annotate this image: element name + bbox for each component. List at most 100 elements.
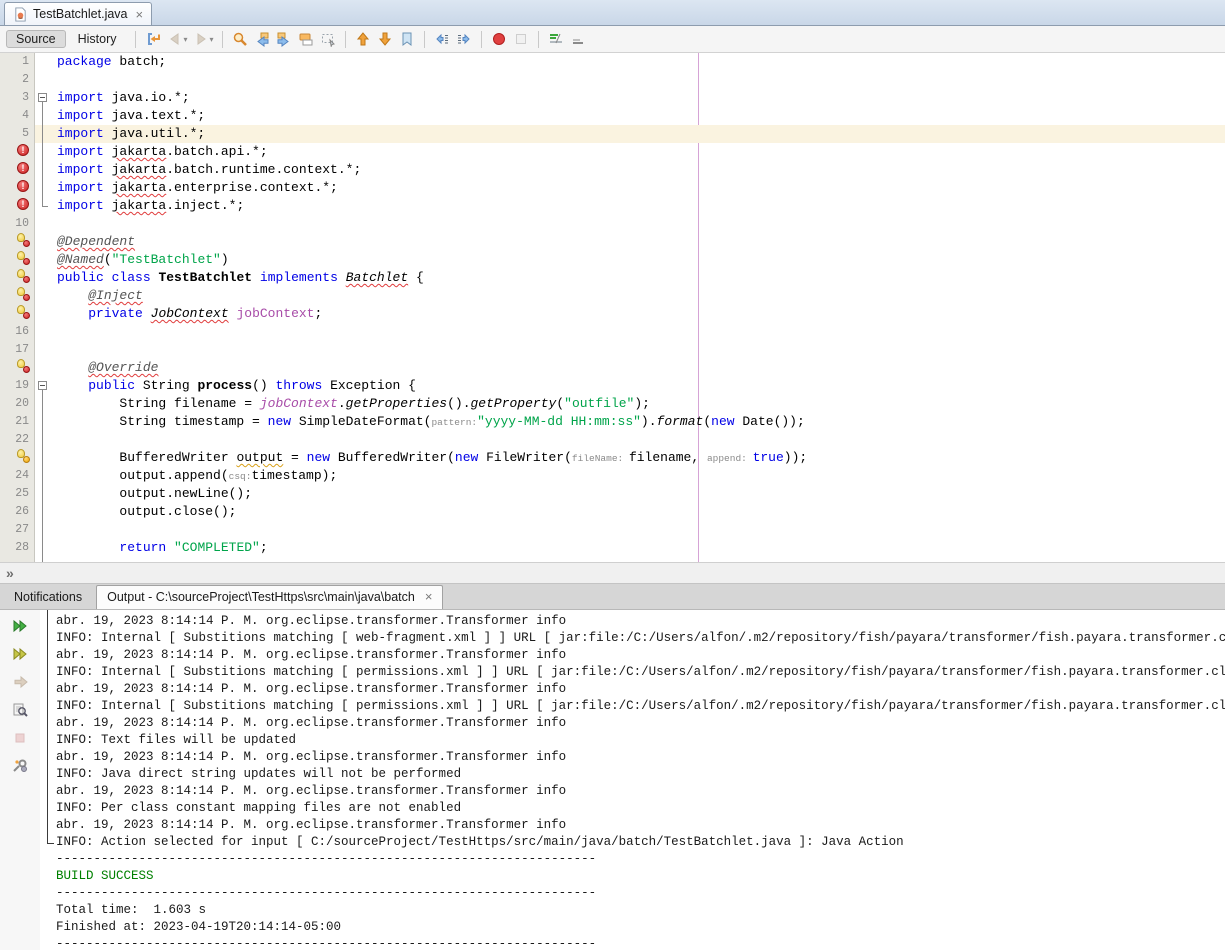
error-icon[interactable]	[0, 143, 34, 161]
code-line: return "COMPLETED";	[35, 539, 1225, 557]
line-number: 4	[0, 107, 34, 125]
fold-collapse-box[interactable]	[38, 93, 47, 102]
back-button[interactable]	[164, 28, 186, 50]
fold-guide-line	[42, 102, 43, 206]
line-number: 27	[0, 521, 34, 539]
stop-macro-button[interactable]	[510, 28, 532, 50]
output-line: Finished at: 2023-04-19T20:14:14-05:00	[56, 919, 1225, 936]
line-number: 20	[0, 395, 34, 413]
code-line: @Override	[35, 359, 1225, 377]
error-hint-icon[interactable]	[0, 251, 34, 269]
error-hint-icon[interactable]	[0, 287, 34, 305]
error-hint-icon[interactable]	[0, 305, 34, 323]
document-tab-label: TestBatchlet.java	[33, 7, 128, 21]
error-hint-icon[interactable]	[0, 269, 34, 287]
uncomment-button[interactable]	[567, 28, 589, 50]
output-line: ----------------------------------------…	[56, 851, 1225, 868]
document-tab[interactable]: TestBatchlet.java ×	[4, 2, 152, 25]
code-line: import jakarta.batch.api.*;	[35, 143, 1225, 161]
toggle-bookmark-button[interactable]	[396, 28, 418, 50]
next-occurrence-button[interactable]	[273, 28, 295, 50]
fold-guide-line	[42, 390, 43, 562]
output-line: INFO: Internal [ Substitions matching [ …	[56, 698, 1225, 715]
previous-occurrence-button[interactable]	[251, 28, 273, 50]
toolbar-separator	[222, 31, 223, 48]
code-line: output.close();	[35, 503, 1225, 521]
search-output-button[interactable]	[9, 700, 31, 720]
output-line: INFO: Text files will be updated	[56, 732, 1225, 749]
breadcrumb-bar[interactable]: »	[0, 562, 1225, 584]
line-number: 2	[0, 71, 34, 89]
line-number: 19	[0, 377, 34, 395]
code-line: import java.io.*;	[35, 89, 1225, 107]
rerun-params-button[interactable]	[9, 644, 31, 664]
output-line: INFO: Java direct string updates will no…	[56, 766, 1225, 783]
editor-toolbar: Source History ▾ ▾	[0, 26, 1225, 53]
back-icon	[167, 31, 183, 47]
code-editor: 12345101617192021222425262728 package ba…	[0, 53, 1225, 562]
code-line: @Named("TestBatchlet")	[35, 251, 1225, 269]
error-icon[interactable]	[0, 197, 34, 215]
history-view-button[interactable]: History	[68, 30, 127, 48]
error-hint-icon[interactable]	[0, 233, 34, 251]
source-view-button[interactable]: Source	[6, 30, 66, 48]
tab-notifications[interactable]: Notifications	[0, 586, 96, 609]
code-line: import java.text.*;	[35, 107, 1225, 125]
line-number: 26	[0, 503, 34, 521]
java-file-icon	[13, 7, 28, 22]
toolbar-separator	[345, 31, 346, 48]
comment-button[interactable]	[545, 28, 567, 50]
code-line: public class TestBatchlet implements Bat…	[35, 269, 1225, 287]
code-line: import java.util.*;	[35, 125, 1225, 143]
editor-gutter[interactable]: 12345101617192021222425262728	[0, 53, 35, 562]
error-icon[interactable]	[0, 179, 34, 197]
rerun-button[interactable]	[9, 616, 31, 636]
output-line: abr. 19, 2023 8:14:14 P. M. org.eclipse.…	[56, 681, 1225, 698]
stop-build-icon	[12, 730, 28, 746]
netbeans-window: TestBatchlet.java × Source History ▾ ▾	[0, 0, 1225, 950]
error-icon[interactable]	[0, 161, 34, 179]
output-line: abr. 19, 2023 8:14:14 P. M. org.eclipse.…	[56, 715, 1225, 732]
rectangular-selection-button[interactable]	[317, 28, 339, 50]
code-line	[35, 215, 1225, 233]
line-number: 22	[0, 431, 34, 449]
code-area[interactable]: package batch;import java.io.*;import ja…	[35, 53, 1225, 562]
output-line: abr. 19, 2023 8:14:14 P. M. org.eclipse.…	[56, 749, 1225, 766]
previous-bookmark-button[interactable]	[352, 28, 374, 50]
stop-build-button[interactable]	[9, 728, 31, 748]
rectangular-selection-icon	[320, 31, 336, 47]
code-folding-column[interactable]	[35, 53, 51, 562]
code-line: @Inject	[35, 287, 1225, 305]
warning-hint-icon[interactable]	[0, 449, 34, 467]
output-toolbar	[0, 610, 40, 950]
tab-output[interactable]: Output - C:\sourceProject\TestHttps\src\…	[96, 585, 443, 609]
continue-button[interactable]	[9, 672, 31, 692]
error-hint-icon[interactable]	[0, 359, 34, 377]
toolbar-separator	[538, 31, 539, 48]
uncomment-icon	[570, 31, 586, 47]
close-icon[interactable]: ×	[136, 7, 144, 22]
code-line: String timestamp = new SimpleDateFormat(…	[35, 413, 1225, 431]
forward-button[interactable]	[190, 28, 212, 50]
output-line: abr. 19, 2023 8:14:14 P. M. org.eclipse.…	[56, 647, 1225, 664]
fold-collapse-box[interactable]	[38, 381, 47, 390]
breadcrumb-expand-icon[interactable]: »	[6, 566, 14, 580]
line-number: 10	[0, 215, 34, 233]
next-bookmark-icon	[377, 31, 393, 47]
record-macro-button[interactable]	[488, 28, 510, 50]
shift-line-right-button[interactable]	[453, 28, 475, 50]
find-selection-icon	[232, 31, 248, 47]
output-text[interactable]: abr. 19, 2023 8:14:14 P. M. org.eclipse.…	[40, 610, 1225, 950]
toolbar-separator	[424, 31, 425, 48]
output-line: abr. 19, 2023 8:14:14 P. M. org.eclipse.…	[56, 817, 1225, 834]
next-bookmark-button[interactable]	[374, 28, 396, 50]
document-tab-bar: TestBatchlet.java ×	[0, 0, 1225, 26]
toggle-highlight-search-button[interactable]	[295, 28, 317, 50]
output-settings-icon	[12, 758, 28, 774]
line-number: 28	[0, 539, 34, 557]
jump-last-edit-button[interactable]	[142, 28, 164, 50]
output-settings-button[interactable]	[9, 756, 31, 776]
close-icon[interactable]: ×	[425, 589, 433, 604]
find-selection-button[interactable]	[229, 28, 251, 50]
shift-line-left-button[interactable]	[431, 28, 453, 50]
